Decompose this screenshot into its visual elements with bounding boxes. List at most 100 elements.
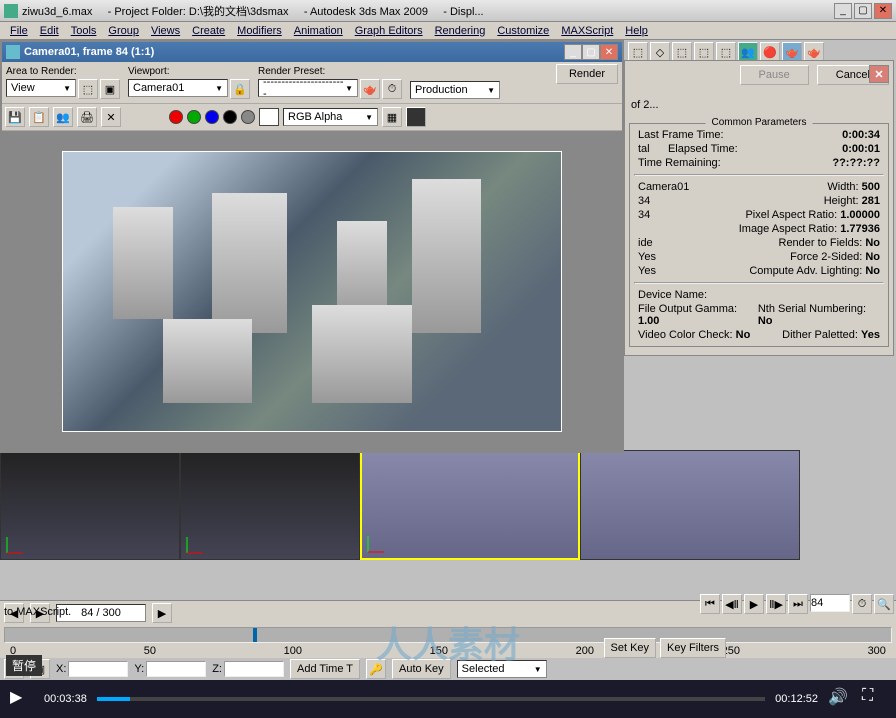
close-button[interactable]: ✕: [874, 3, 892, 19]
prev-frame-icon[interactable]: ◀Ⅱ: [722, 594, 742, 614]
save-icon[interactable]: 💾: [5, 107, 25, 127]
common-params-fieldset: Common Parameters Last Frame Time:0:00:3…: [629, 123, 889, 347]
toggle-icon[interactable]: [406, 107, 426, 127]
copy-icon[interactable]: 📋: [29, 107, 49, 127]
value: 500: [862, 181, 880, 193]
app-name: - Autodesk 3ds Max 2009: [304, 6, 428, 18]
alpha-channel-icon[interactable]: [223, 110, 237, 124]
delete-icon[interactable]: ✕: [101, 107, 121, 127]
viewport-camera-selected[interactable]: [360, 450, 580, 560]
maximize-button[interactable]: ▢: [854, 3, 872, 19]
color-swatch[interactable]: [259, 108, 279, 126]
value: No: [865, 237, 880, 249]
tool-icon[interactable]: ⬚: [628, 42, 648, 62]
video-progress-bar[interactable]: [97, 697, 765, 701]
clone-icon[interactable]: 👥: [53, 107, 73, 127]
render-maximize-button[interactable]: ▢: [582, 44, 600, 60]
menu-views[interactable]: Views: [145, 25, 186, 37]
label: Device Name:: [638, 289, 707, 301]
label: Video Color Check:: [638, 329, 733, 341]
menu-tools[interactable]: Tools: [65, 25, 103, 37]
menu-help[interactable]: Help: [619, 25, 654, 37]
menu-edit[interactable]: Edit: [34, 25, 65, 37]
keyfilters-button[interactable]: Key Filters: [660, 638, 726, 658]
tool-icon[interactable]: ⬚: [716, 42, 736, 62]
label: Force 2-Sided:: [790, 251, 862, 263]
goto-start-icon[interactable]: ⏮: [700, 594, 720, 614]
clock-icon[interactable]: ⏱: [382, 79, 402, 99]
play-pause-button[interactable]: ▶: [10, 687, 34, 711]
preset-dropdown[interactable]: -----------------------▼: [258, 79, 358, 97]
tool-icon[interactable]: ⬚: [694, 42, 714, 62]
zoom-icon[interactable]: 🔍: [874, 594, 894, 614]
setkey-button[interactable]: Set Key: [604, 638, 657, 658]
viewport-label: Viewport:: [128, 66, 250, 77]
menu-file[interactable]: File: [4, 25, 34, 37]
mono-channel-icon[interactable]: [241, 110, 255, 124]
status-text: of 2...: [629, 91, 889, 119]
production-dropdown[interactable]: Production▼: [410, 81, 500, 99]
region-icon[interactable]: ▣: [100, 79, 120, 99]
y-input[interactable]: [146, 661, 206, 677]
label: 34: [638, 209, 650, 221]
menu-rendering[interactable]: Rendering: [429, 25, 492, 37]
viewport-front[interactable]: [180, 450, 360, 560]
minimize-button[interactable]: _: [834, 3, 852, 19]
viewport-left[interactable]: [0, 450, 180, 560]
render-minimize-button[interactable]: _: [564, 44, 582, 60]
menu-animation[interactable]: Animation: [288, 25, 349, 37]
print-icon[interactable]: 🖨: [77, 107, 97, 127]
addtime-button[interactable]: Add Time T: [290, 659, 360, 679]
menu-group[interactable]: Group: [102, 25, 145, 37]
pause-button[interactable]: Pause: [740, 65, 809, 85]
viewport-perspective[interactable]: [580, 450, 800, 560]
teapot-icon[interactable]: 🫖: [782, 42, 802, 62]
label: Time Remaining:: [638, 157, 721, 169]
play-icon[interactable]: ▶: [744, 594, 764, 614]
label: Compute Adv. Lighting:: [749, 265, 862, 277]
green-channel-icon[interactable]: [187, 110, 201, 124]
next-frame-icon[interactable]: Ⅱ▶: [766, 594, 786, 614]
value: 281: [862, 195, 880, 207]
menu-customize[interactable]: Customize: [491, 25, 555, 37]
tool-icon[interactable]: 🔴: [760, 42, 780, 62]
value: No: [736, 329, 751, 341]
label: Render to Fields:: [779, 237, 863, 249]
time-config-icon[interactable]: ⏱: [852, 594, 872, 614]
channel-dropdown[interactable]: RGB Alpha▼: [283, 108, 378, 126]
label: tal Elapsed Time:: [638, 143, 738, 155]
progress-close-button[interactable]: ✕: [869, 65, 889, 83]
menu-maxscript[interactable]: MAXScript: [555, 25, 619, 37]
z-input[interactable]: [224, 661, 284, 677]
render-button[interactable]: Render: [556, 64, 618, 84]
key-icon[interactable]: 🔑: [366, 659, 386, 679]
next-icon[interactable]: ▶: [152, 603, 172, 623]
autokey-button[interactable]: Auto Key: [392, 659, 451, 679]
area-dropdown[interactable]: View▼: [6, 79, 76, 97]
render-title: Camera01, frame 84 (1:1): [24, 46, 564, 58]
menu-modifiers[interactable]: Modifiers: [231, 25, 288, 37]
fullscreen-icon[interactable]: ⛶: [862, 687, 886, 711]
teapot-icon[interactable]: 🫖: [804, 42, 824, 62]
playback-controls: ⏮ ◀Ⅱ ▶ Ⅱ▶ ⏭ ⏱ 🔍: [700, 594, 894, 634]
lock-icon[interactable]: 🔒: [230, 79, 250, 99]
frame-input[interactable]: [810, 594, 850, 612]
x-label: X:: [56, 663, 66, 675]
menu-grapheditors[interactable]: Graph Editors: [349, 25, 429, 37]
value: 0:00:01: [842, 143, 880, 155]
red-channel-icon[interactable]: [169, 110, 183, 124]
volume-icon[interactable]: 🔊: [828, 687, 852, 711]
viewport-dropdown[interactable]: Camera01▼: [128, 79, 228, 97]
menu-create[interactable]: Create: [186, 25, 231, 37]
goto-end-icon[interactable]: ⏭: [788, 594, 808, 614]
tool-icon[interactable]: ◇: [650, 42, 670, 62]
tool-icon[interactable]: 👥: [738, 42, 758, 62]
x-input[interactable]: [68, 661, 128, 677]
blue-channel-icon[interactable]: [205, 110, 219, 124]
teapot-icon[interactable]: 🫖: [360, 79, 380, 99]
render-close-button[interactable]: ✕: [600, 44, 618, 60]
tool-icon[interactable]: ⬚: [672, 42, 692, 62]
selected-dropdown[interactable]: Selected▼: [457, 660, 547, 678]
overlay-icon[interactable]: ▦: [382, 107, 402, 127]
region-icon[interactable]: ⬚: [78, 79, 98, 99]
